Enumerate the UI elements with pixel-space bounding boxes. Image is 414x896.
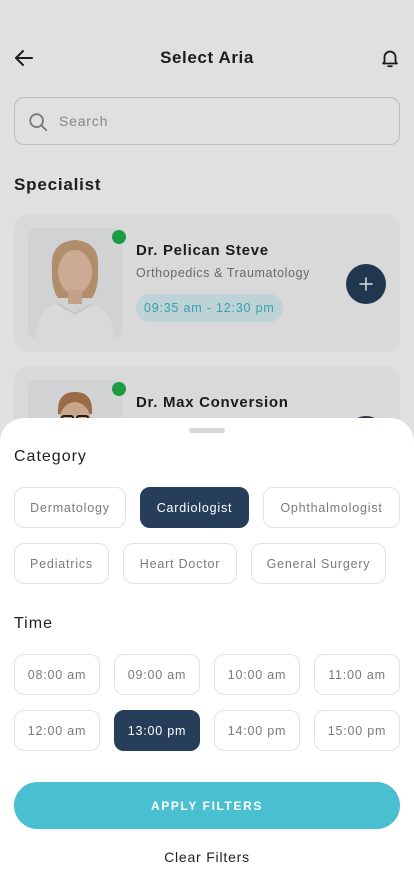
- time-chip-0900[interactable]: 09:00 am: [114, 654, 200, 695]
- clear-filters-button[interactable]: Clear Filters: [0, 849, 414, 865]
- category-chip-heart-doctor[interactable]: Heart Doctor: [123, 543, 237, 584]
- time-chip-1300[interactable]: 13:00 pm: [114, 710, 200, 751]
- category-heading: Category: [14, 448, 87, 465]
- time-heading: Time: [14, 615, 53, 632]
- category-chip-pediatrics[interactable]: Pediatrics: [14, 543, 109, 584]
- category-chip-general-surgery[interactable]: General Surgery: [251, 543, 386, 584]
- filter-bottom-sheet: Category Dermatology Cardiologist Ophtha…: [0, 418, 414, 896]
- sheet-drag-handle[interactable]: [189, 428, 225, 433]
- apply-filters-button[interactable]: APPLY FILTERS: [14, 782, 400, 829]
- time-chip-0800[interactable]: 08:00 am: [14, 654, 100, 695]
- category-chip-dermatology[interactable]: Dermatology: [14, 487, 126, 528]
- category-chip-ophthalmologist[interactable]: Ophthalmologist: [263, 487, 400, 528]
- time-chip-1000[interactable]: 10:00 am: [214, 654, 300, 695]
- time-chip-1400[interactable]: 14:00 pm: [214, 710, 300, 751]
- time-chip-1200[interactable]: 12:00 am: [14, 710, 100, 751]
- time-chip-1100[interactable]: 11:00 am: [314, 654, 400, 695]
- time-chip-1500[interactable]: 15:00 pm: [314, 710, 400, 751]
- category-chip-cardiologist[interactable]: Cardiologist: [140, 487, 249, 528]
